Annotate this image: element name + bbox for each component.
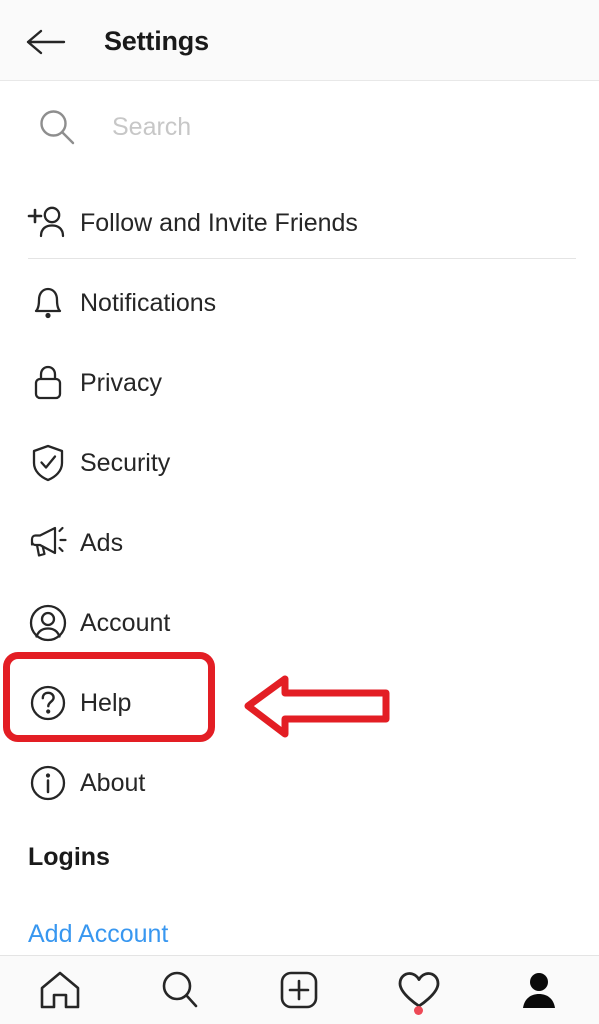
info-circle-icon [26, 761, 70, 805]
nav-item-profile[interactable] [479, 956, 599, 1024]
menu-item-label: Privacy [80, 369, 162, 397]
menu-item-label: Security [80, 449, 171, 477]
person-add-icon [26, 201, 70, 245]
menu-item-label: Ads [80, 529, 124, 557]
add-account-link[interactable]: Add Account [28, 920, 168, 949]
menu-item-follow-and-invite-friends[interactable]: Follow and Invite Friends [0, 183, 599, 263]
lock-icon [26, 361, 70, 405]
menu-item-account[interactable]: Account [0, 583, 599, 663]
profile-icon [523, 973, 556, 1008]
nav-item-activity[interactable] [359, 956, 479, 1024]
nav-item-home[interactable] [0, 956, 120, 1024]
activity-badge-dot [414, 1006, 424, 1015]
app-header: Settings [0, 0, 599, 81]
add-post-icon [281, 971, 318, 1009]
heart-icon [398, 972, 440, 1008]
menu-item-label: Notifications [80, 289, 217, 317]
person-circle-icon [26, 601, 70, 645]
bell-icon [26, 281, 70, 325]
search-bar[interactable] [0, 81, 599, 259]
settings-menu: Follow and Invite Friends Notifications … [0, 183, 599, 823]
menu-item-about[interactable]: About [0, 743, 599, 823]
home-icon [40, 971, 80, 1009]
menu-item-help[interactable]: Help [0, 663, 599, 743]
logins-section-title: Logins [28, 843, 110, 871]
search-icon [40, 110, 75, 145]
menu-item-security[interactable]: Security [0, 423, 599, 503]
menu-item-label: Account [80, 609, 171, 637]
question-circle-icon [26, 681, 70, 725]
menu-item-label: Follow and Invite Friends [80, 209, 358, 237]
nav-item-search[interactable] [120, 956, 240, 1024]
back-button[interactable] [18, 20, 74, 64]
page-title: Settings [104, 26, 209, 56]
menu-item-label: Help [80, 689, 132, 717]
nav-item-add-post[interactable] [240, 956, 360, 1024]
megaphone-icon [26, 521, 70, 565]
menu-item-label: About [80, 769, 146, 797]
search-input[interactable] [112, 105, 552, 149]
settings-screen: Settings Follow and Invite Friends [0, 0, 599, 1024]
menu-item-privacy[interactable]: Privacy [0, 343, 599, 423]
shield-check-icon [26, 441, 70, 485]
menu-item-ads[interactable]: Ads [0, 503, 599, 583]
search-icon [162, 971, 197, 1008]
menu-item-notifications[interactable]: Notifications [0, 263, 599, 343]
arrow-left-icon [26, 29, 66, 55]
bottom-navigation-bar [0, 955, 599, 1024]
